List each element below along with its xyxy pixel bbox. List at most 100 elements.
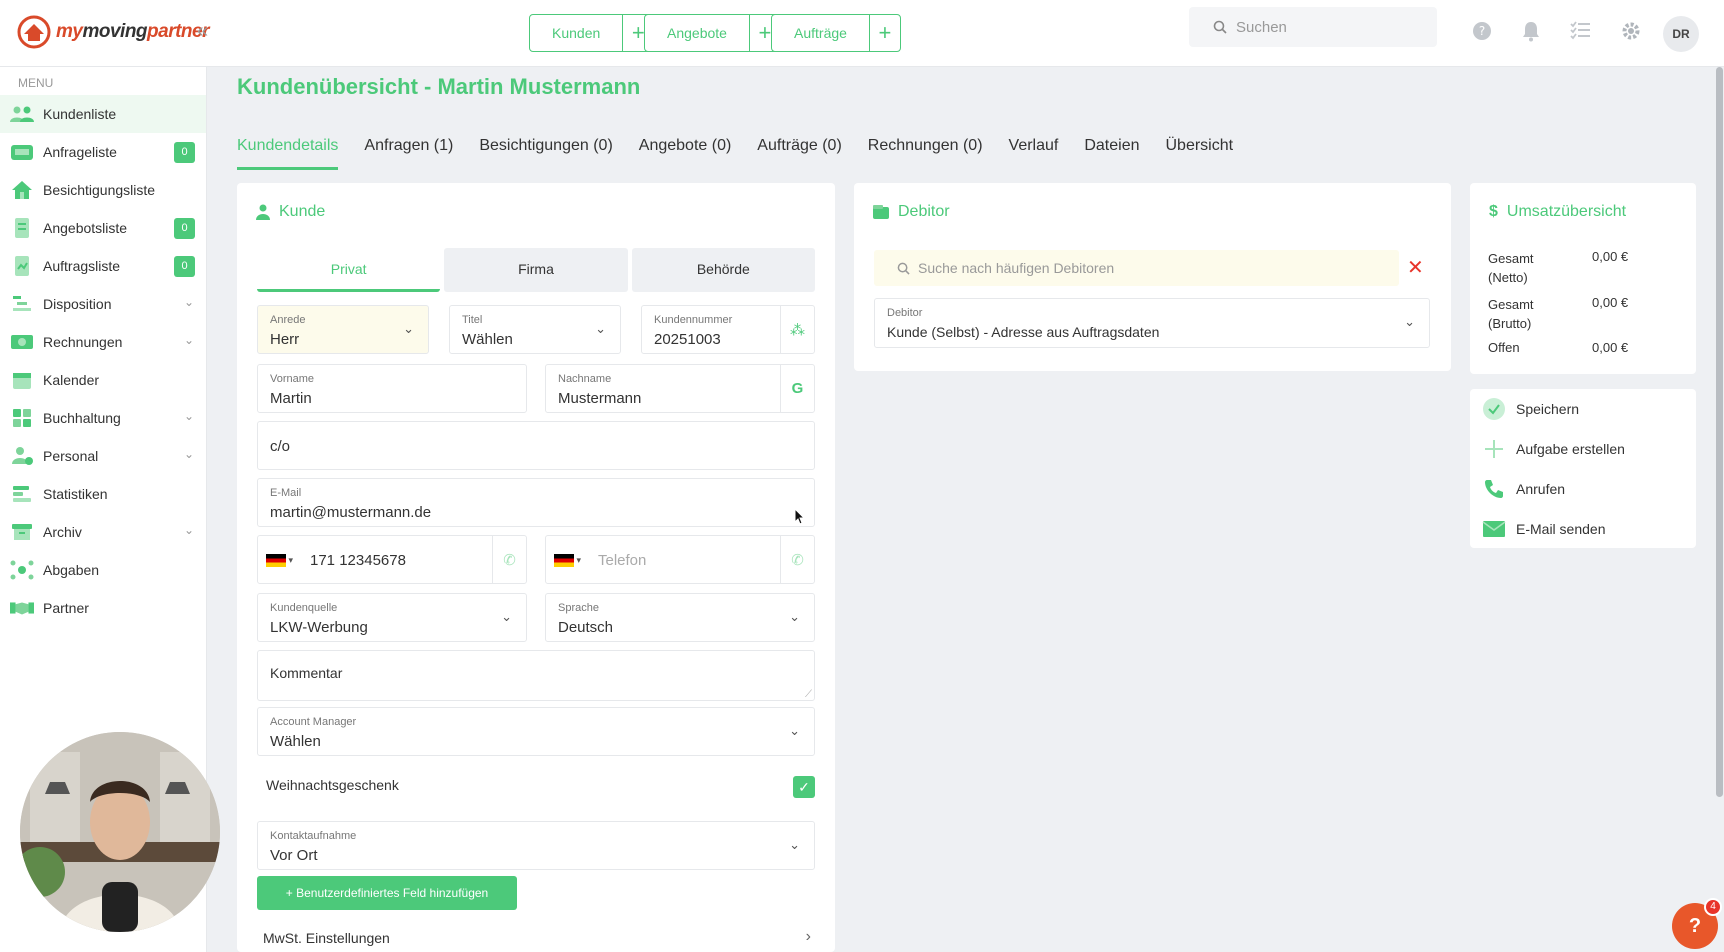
country-flag-de[interactable]: ▾ [554, 554, 581, 567]
save-button[interactable]: Speichern [1482, 397, 1579, 421]
page-title: Kundenübersicht - Martin Mustermann [237, 74, 641, 99]
sidebar-item-besichtigungsliste[interactable]: Besichtigungsliste [0, 171, 206, 209]
phone-icon [1482, 477, 1506, 501]
sidebar-item-statistiken[interactable]: Statistiken [0, 475, 206, 513]
user-avatar[interactable]: DR [1663, 16, 1699, 52]
count-badge: 0 [174, 142, 195, 163]
customers-icon [10, 103, 34, 125]
help-icon[interactable]: ? [1469, 20, 1495, 46]
kontaktaufnahme-select[interactable]: Kontaktaufnahme Vor Ort ⌄ [257, 821, 815, 870]
mwst-settings-label[interactable]: MwSt. Einstellungen [263, 930, 390, 946]
nachname-field[interactable]: Nachname Mustermann G [545, 364, 815, 413]
actions-card: Speichern Aufgabe erstellen Anrufen E-Ma… [1470, 389, 1696, 548]
debitor-card-title: Debitor [873, 203, 950, 221]
type-behoerde-button[interactable]: Behörde [631, 248, 815, 292]
tab-besichtigungen[interactable]: Besichtigungen (0) [479, 137, 612, 170]
chevron-down-icon: ⌄ [789, 723, 800, 738]
sidebar-item-anfrageliste[interactable]: Anfrageliste 0 [0, 133, 206, 171]
debitor-search-input[interactable]: Suche nach häufigen Debitoren [874, 250, 1399, 286]
tab-anfragen[interactable]: Anfragen (1) [364, 137, 453, 170]
quick-auftraege-button[interactable]: Aufträge [772, 15, 870, 51]
account-manager-value: Wählen [270, 733, 321, 750]
telefon-placeholder: Telefon [598, 552, 647, 569]
person-icon [256, 204, 270, 220]
type-firma-button[interactable]: Firma [444, 248, 628, 292]
titel-value: Wählen [462, 331, 513, 348]
sidebar-item-label: Rechnungen [43, 334, 123, 350]
kommentar-placeholder: Kommentar [270, 665, 343, 681]
tab-verlauf[interactable]: Verlauf [1009, 137, 1059, 170]
count-badge: 0 [174, 218, 195, 239]
sprache-label: Sprache [558, 602, 599, 614]
anrede-select[interactable]: Anrede Herr ⌄ [257, 305, 429, 354]
sidebar-item-abgaben[interactable]: Abgaben [0, 551, 206, 589]
generate-number-icon[interactable]: ⁂ [780, 306, 814, 353]
account-manager-select[interactable]: Account Manager Wählen ⌄ [257, 707, 815, 756]
calendar-icon [10, 369, 34, 391]
kunde-card-title: Kunde [256, 203, 325, 221]
add-auftrag-icon[interactable]: + [870, 15, 900, 51]
titel-select[interactable]: Titel Wählen ⌄ [449, 305, 621, 354]
quick-kunden-button[interactable]: Kunden [530, 15, 624, 51]
kommentar-textarea[interactable]: Kommentar ⟋ [257, 650, 815, 701]
call-phone-icon[interactable]: ✆ [780, 536, 814, 583]
kundennummer-field[interactable]: Kundennummer 20251003 ⁂ [641, 305, 815, 354]
email-field[interactable]: E-Mail martin@mustermann.de [257, 478, 815, 527]
task-list-icon[interactable] [1568, 20, 1594, 46]
vorname-field[interactable]: Vorname Martin [257, 364, 527, 413]
brand-logo[interactable]: mymovingpartner [16, 14, 209, 50]
tab-rechnungen[interactable]: Rechnungen (0) [868, 137, 983, 170]
resize-handle-icon[interactable]: ⟋ [805, 689, 812, 700]
umsatz-brutto-value: 0,00 € [1592, 295, 1629, 310]
money-icon [10, 331, 34, 353]
tab-uebersicht[interactable]: Übersicht [1166, 137, 1234, 170]
google-icon[interactable]: G [780, 365, 814, 412]
co-field[interactable]: c/o [257, 421, 815, 470]
staff-icon [10, 445, 34, 467]
sidebar-item-partner[interactable]: Partner [0, 589, 206, 627]
plus-icon: + [285, 886, 293, 900]
kundenquelle-select[interactable]: Kundenquelle LKW-Werbung ⌄ [257, 593, 527, 642]
global-search-input[interactable]: Suchen [1189, 7, 1437, 47]
quick-angebote-button[interactable]: Angebote [645, 15, 750, 51]
sidebar-item-auftragsliste[interactable]: Auftragsliste 0 [0, 247, 206, 285]
sidebar-item-disposition[interactable]: Disposition ⌄ [0, 285, 206, 323]
mobile-phone-field[interactable]: ▾ 171 12345678 ✆ [257, 535, 527, 584]
clear-search-icon[interactable]: ✕ [1407, 255, 1424, 280]
umsatz-brutto-label: Gesamt (Brutto) [1488, 297, 1534, 331]
tab-auftraege[interactable]: Aufträge (0) [757, 137, 841, 170]
webcam-overlay [20, 732, 220, 932]
sidebar-item-archiv[interactable]: Archiv ⌄ [0, 513, 206, 551]
bell-icon[interactable] [1518, 20, 1544, 46]
add-custom-field-button[interactable]: + Benutzerdefiniertes Feld hinzufügen [257, 876, 517, 910]
weihnachtsgeschenk-checkbox[interactable]: ✓ [793, 776, 815, 798]
tab-angebote[interactable]: Angebote (0) [639, 137, 732, 170]
chevron-down-icon: ⌄ [183, 295, 194, 309]
house-icon [10, 179, 34, 201]
tab-kundendetails[interactable]: Kundendetails [237, 137, 339, 170]
sidebar-item-angebotsliste[interactable]: Angebotsliste 0 [0, 209, 206, 247]
mouse-cursor-icon [794, 508, 806, 525]
sidebar-item-buchhaltung[interactable]: Buchhaltung ⌄ [0, 399, 206, 437]
sidebar-item-kalender[interactable]: Kalender [0, 361, 206, 399]
sprache-select[interactable]: Sprache Deutsch ⌄ [545, 593, 815, 642]
logo-text: mymovingpartner [56, 21, 209, 42]
chevron-down-icon: ⌄ [595, 321, 606, 336]
page-scrollbar[interactable] [1716, 67, 1723, 797]
collapse-sidebar-icon[interactable]: « [197, 20, 208, 43]
sidebar-item-kundenliste[interactable]: Kundenliste [0, 95, 206, 133]
send-email-button[interactable]: E-Mail senden [1482, 517, 1606, 541]
chevron-right-icon[interactable]: › [806, 928, 811, 946]
debitor-select[interactable]: Debitor Kunde (Selbst) - Adresse aus Auf… [874, 298, 1430, 348]
sidebar-item-rechnungen[interactable]: Rechnungen ⌄ [0, 323, 206, 361]
country-flag-de[interactable]: ▾ [266, 554, 293, 567]
telefon-field[interactable]: ▾ Telefon ✆ [545, 535, 815, 584]
gear-icon[interactable] [1618, 20, 1644, 46]
create-task-button[interactable]: Aufgabe erstellen [1482, 437, 1625, 461]
call-button[interactable]: Anrufen [1482, 477, 1565, 501]
tab-dateien[interactable]: Dateien [1084, 137, 1139, 170]
type-privat-button[interactable]: Privat [257, 248, 441, 292]
sidebar-item-personal[interactable]: Personal ⌄ [0, 437, 206, 475]
call-phone-icon[interactable]: ✆ [492, 536, 526, 583]
sidebar-item-label: Auftragsliste [43, 258, 121, 274]
